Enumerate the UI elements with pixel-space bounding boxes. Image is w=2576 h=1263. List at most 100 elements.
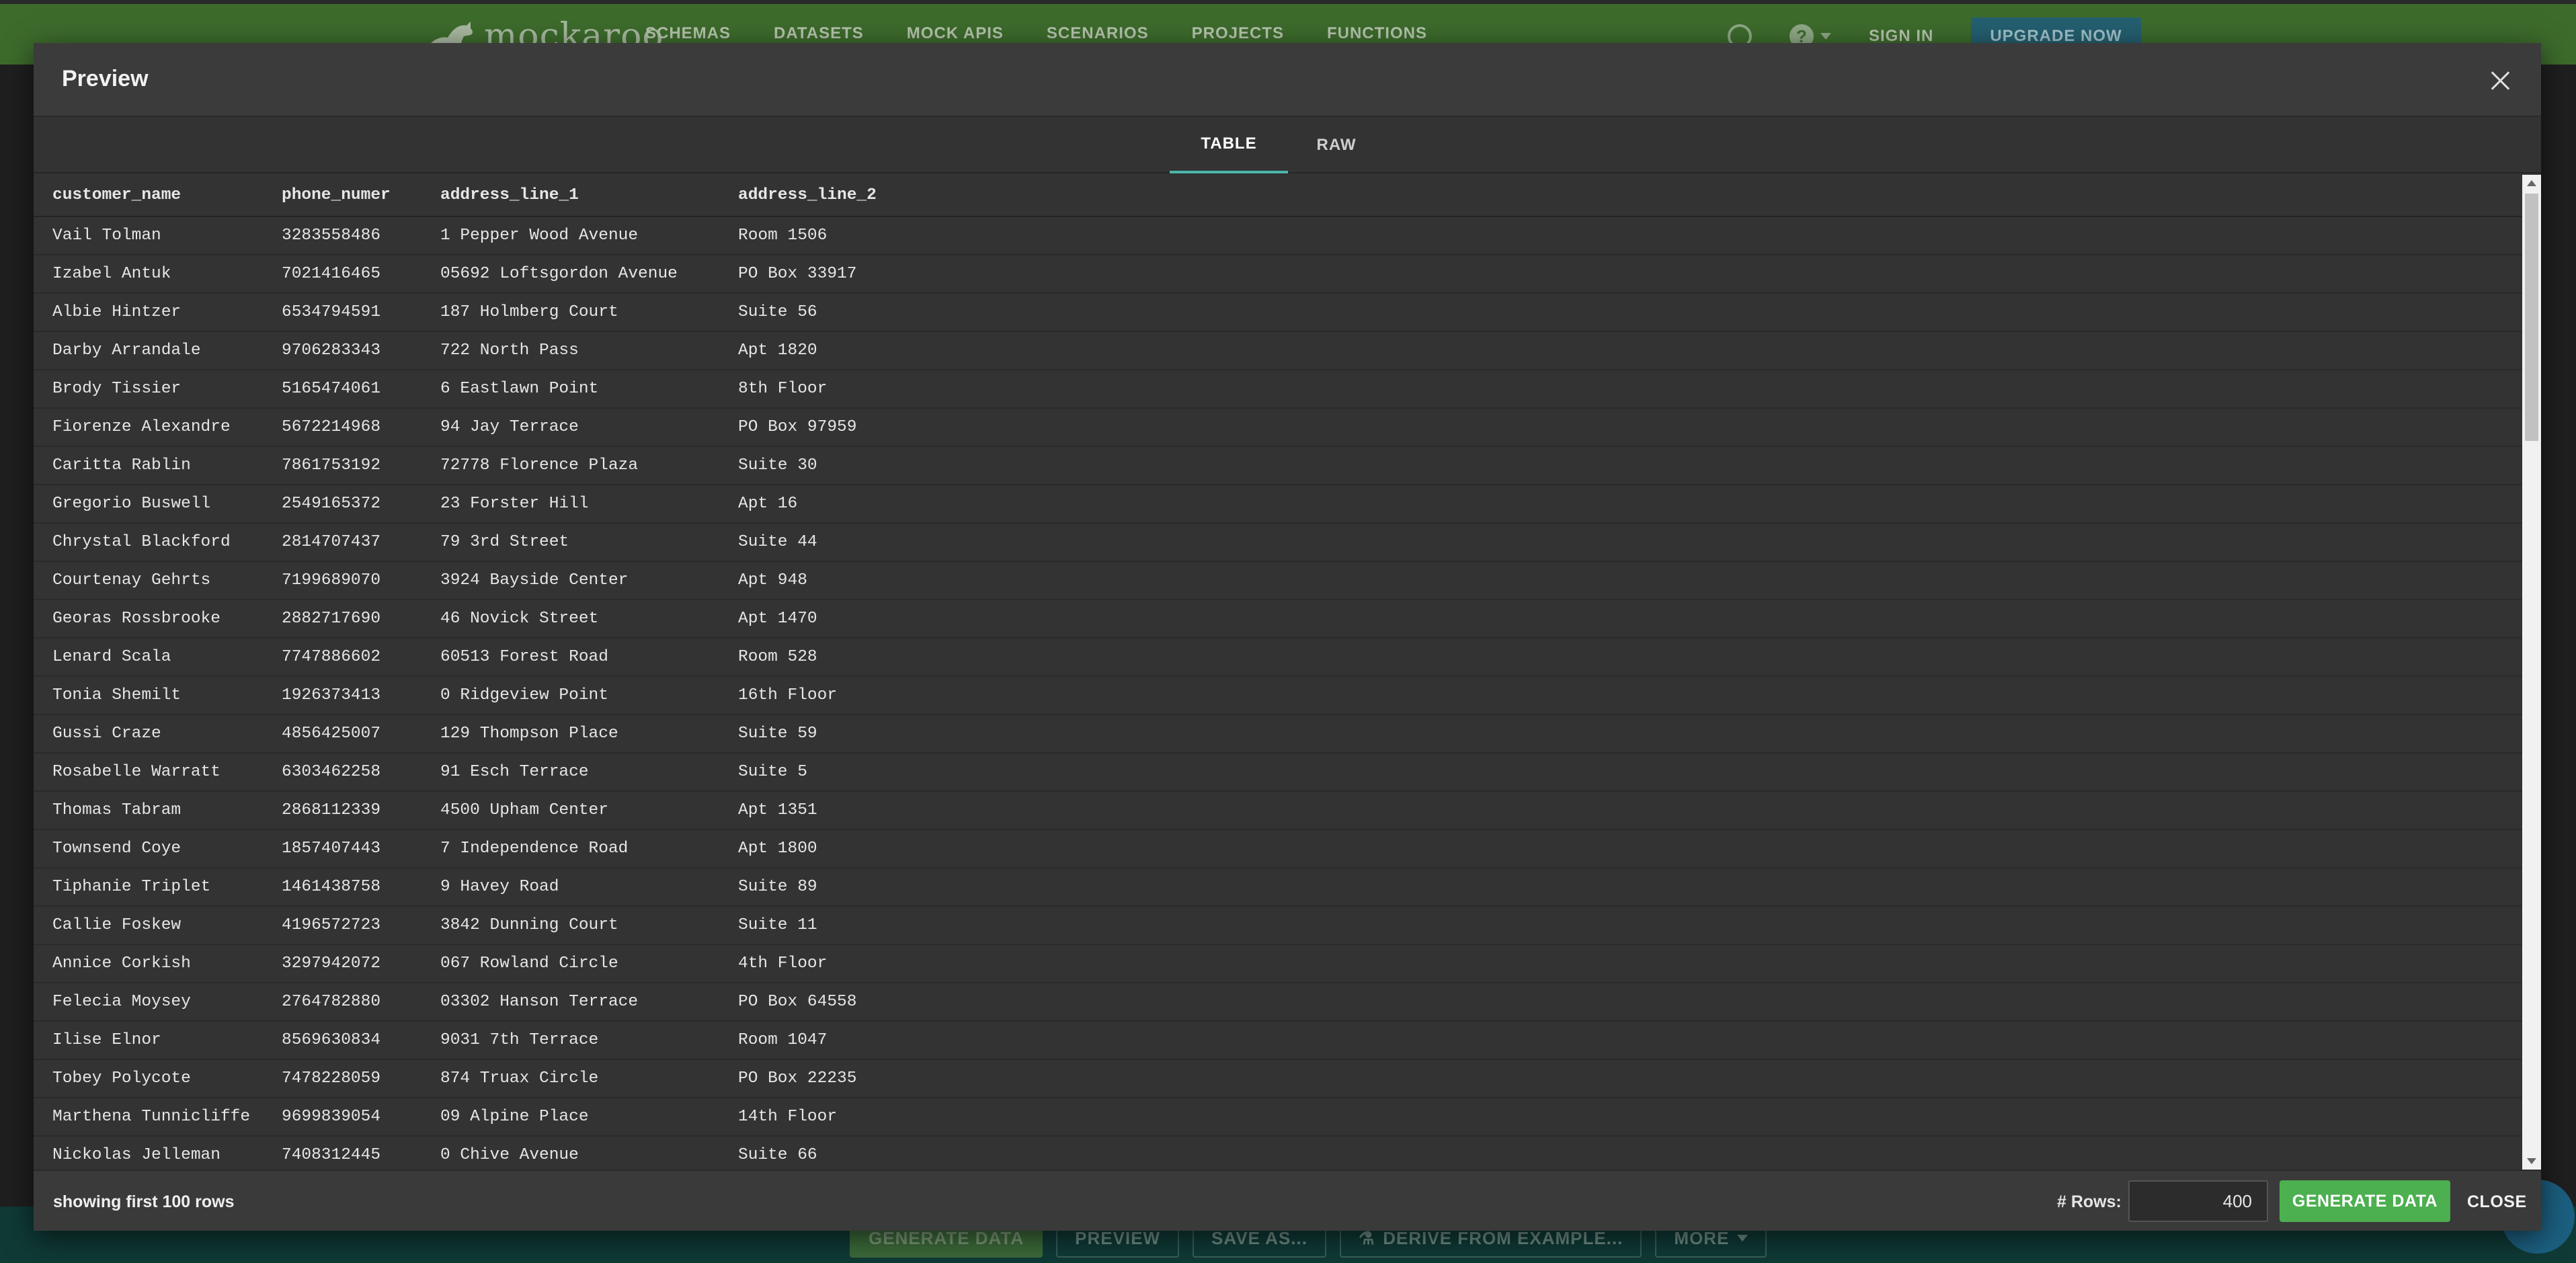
table-cell: Courtenay Gehrts — [34, 561, 282, 600]
table-row: Vail Tolman 3283558486 1 Pepper Wood Avenu… — [34, 216, 2522, 255]
table-cell: 9706283343 — [282, 331, 440, 370]
close-button[interactable]: CLOSE — [2467, 1192, 2527, 1212]
table-row: Gussi Craze 4856425007 129 Thompson Place S… — [34, 715, 2522, 753]
table-cell: 7747886602 — [282, 638, 440, 677]
table-cell: 3842 Dunning Court — [440, 906, 738, 945]
table-row: Thomas Tabram 2868112339 4500 Upham Center… — [34, 791, 2522, 830]
nav-mock-apis[interactable]: MOCK APIS — [907, 24, 1004, 43]
preview-table: customer_name phone_numer address_line_1… — [34, 175, 2522, 1170]
table-row: Darby Arrandale 9706283343 722 North Pass A… — [34, 331, 2522, 370]
table-cell: PO Box 33917 — [738, 255, 2522, 294]
table-cell: 7478228059 — [282, 1059, 440, 1098]
table-cell: 0 Chive Avenue — [440, 1136, 738, 1170]
table-cell: 1926373413 — [282, 676, 440, 715]
tab-raw[interactable]: RAW — [1304, 117, 1369, 173]
table-row: Lenard Scala 7747886602 60513 Forest Road R… — [34, 638, 2522, 677]
column-header: address_line_1 — [440, 175, 738, 217]
table-cell: 874 Truax Circle — [440, 1059, 738, 1098]
table-cell: 4th Floor — [738, 944, 2522, 983]
table-cell: 6303462258 — [282, 753, 440, 792]
table-cell: 1857407443 — [282, 829, 440, 868]
table-cell: 6 Eastlawn Point — [440, 370, 738, 409]
table-cell: Room 1047 — [738, 1021, 2522, 1060]
derive-label: DERIVE FROM EXAMPLE... — [1383, 1227, 1623, 1248]
nav-schemas[interactable]: SCHEMAS — [645, 24, 731, 43]
table-cell: 23 Forster Hill — [440, 485, 738, 524]
close-icon[interactable] — [2487, 67, 2514, 94]
table-cell: 7 Independence Road — [440, 829, 738, 868]
table-cell: Suite 5 — [738, 753, 2522, 792]
nav-datasets[interactable]: DATASETS — [774, 24, 864, 43]
table-header-row: customer_name phone_numer address_line_1… — [34, 175, 2522, 217]
scroll-down-icon[interactable] — [2527, 1158, 2536, 1164]
table-cell: 79 3rd Street — [440, 523, 738, 562]
table-cell: 0 Ridgeview Point — [440, 676, 738, 715]
table-cell: Felecia Moysey — [34, 983, 282, 1022]
table-row: Tonia Shemilt 1926373413 0 Ridgeview Point… — [34, 676, 2522, 715]
table-cell: Apt 1800 — [738, 829, 2522, 868]
table-cell: 2868112339 — [282, 791, 440, 830]
table-cell: 187 Holmberg Court — [440, 293, 738, 332]
table-cell: 7199689070 — [282, 561, 440, 600]
table-cell: 3297942072 — [282, 944, 440, 983]
table-row: Tobey Polycote 7478228059 874 Truax Circle… — [34, 1059, 2522, 1098]
main-nav: SCHEMAS DATASETS MOCK APIS SCENARIOS PRO… — [645, 24, 1427, 43]
table-cell: 94 Jay Terrace — [440, 408, 738, 447]
table-row: Chrystal Blackford 2814707437 79 3rd Stree… — [34, 523, 2522, 562]
table-body: Vail Tolman 3283558486 1 Pepper Wood Avenu… — [34, 216, 2522, 1170]
table-cell: 09 Alpine Place — [440, 1098, 738, 1137]
table-row: Georas Rossbrooke 2882717690 46 Novick Str… — [34, 600, 2522, 639]
table-cell: Apt 1351 — [738, 791, 2522, 830]
tab-table[interactable]: TABLE — [1170, 117, 1288, 173]
table-cell: Rosabelle Warratt — [34, 753, 282, 792]
table-cell: Chrystal Blackford — [34, 523, 282, 562]
table-cell: Fiorenze Alexandre — [34, 408, 282, 447]
column-header: phone_numer — [282, 175, 440, 217]
table-cell: 2764782880 — [282, 983, 440, 1022]
modal-header: Preview — [34, 43, 2541, 117]
table-cell: Room 1506 — [738, 216, 2522, 255]
table-cell: 7408312445 — [282, 1136, 440, 1170]
table-cell: 1461438758 — [282, 868, 440, 907]
scroll-up-icon[interactable] — [2527, 180, 2536, 186]
table-row: Townsend Coye 1857407443 7 Independence Ro… — [34, 829, 2522, 868]
modal-footer: showing first 100 rows # Rows: GENERATE … — [34, 1170, 2541, 1231]
table-cell: 9031 7th Terrace — [440, 1021, 738, 1060]
table-cell: PO Box 22235 — [738, 1059, 2522, 1098]
scroll-thumb[interactable] — [2525, 194, 2538, 441]
table-cell: Georas Rossbrooke — [34, 600, 282, 639]
table-row: Annice Corkish 3297942072 067 Rowland Circ… — [34, 944, 2522, 983]
table-cell: Suite 11 — [738, 906, 2522, 945]
table-row: Caritta Rablin 7861753192 72778 Florence P… — [34, 446, 2522, 485]
table-cell: Nickolas Jelleman — [34, 1136, 282, 1170]
nav-scenarios[interactable]: SCENARIOS — [1047, 24, 1149, 43]
rows-input[interactable] — [2128, 1180, 2268, 1222]
table-cell: Tonia Shemilt — [34, 676, 282, 715]
table-cell: PO Box 64558 — [738, 983, 2522, 1022]
table-cell: Vail Tolman — [34, 216, 282, 255]
column-header: customer_name — [34, 175, 282, 217]
table-cell: 722 North Pass — [440, 331, 738, 370]
chevron-down-icon — [1820, 33, 1831, 40]
table-cell: Suite 59 — [738, 715, 2522, 753]
table-cell: 60513 Forest Road — [440, 638, 738, 677]
table-cell: 03302 Hanson Terrace — [440, 983, 738, 1022]
table-cell: Caritta Rablin — [34, 446, 282, 485]
row-count-note: showing first 100 rows — [53, 1192, 235, 1211]
table-cell: 72778 Florence Plaza — [440, 446, 738, 485]
table-scrollbar[interactable] — [2522, 175, 2541, 1170]
modal-title: Preview — [62, 66, 149, 91]
table-row: Tiphanie Triplet 1461438758 9 Havey Road Su… — [34, 868, 2522, 907]
generate-data-button[interactable]: GENERATE DATA — [2280, 1180, 2450, 1222]
nav-functions[interactable]: FUNCTIONS — [1327, 24, 1427, 43]
table-cell: 46 Novick Street — [440, 600, 738, 639]
table-cell: 14th Floor — [738, 1098, 2522, 1137]
table-cell: 129 Thompson Place — [440, 715, 738, 753]
table-row: Nickolas Jelleman 7408312445 0 Chive Avenu… — [34, 1136, 2522, 1170]
nav-projects[interactable]: PROJECTS — [1192, 24, 1284, 43]
table-cell: 1 Pepper Wood Avenue — [440, 216, 738, 255]
table-cell: 4856425007 — [282, 715, 440, 753]
table-cell: 4500 Upham Center — [440, 791, 738, 830]
table-row: Brody Tissier 5165474061 6 Eastlawn Point 8… — [34, 370, 2522, 409]
preview-table-container[interactable]: customer_name phone_numer address_line_1… — [34, 175, 2522, 1170]
